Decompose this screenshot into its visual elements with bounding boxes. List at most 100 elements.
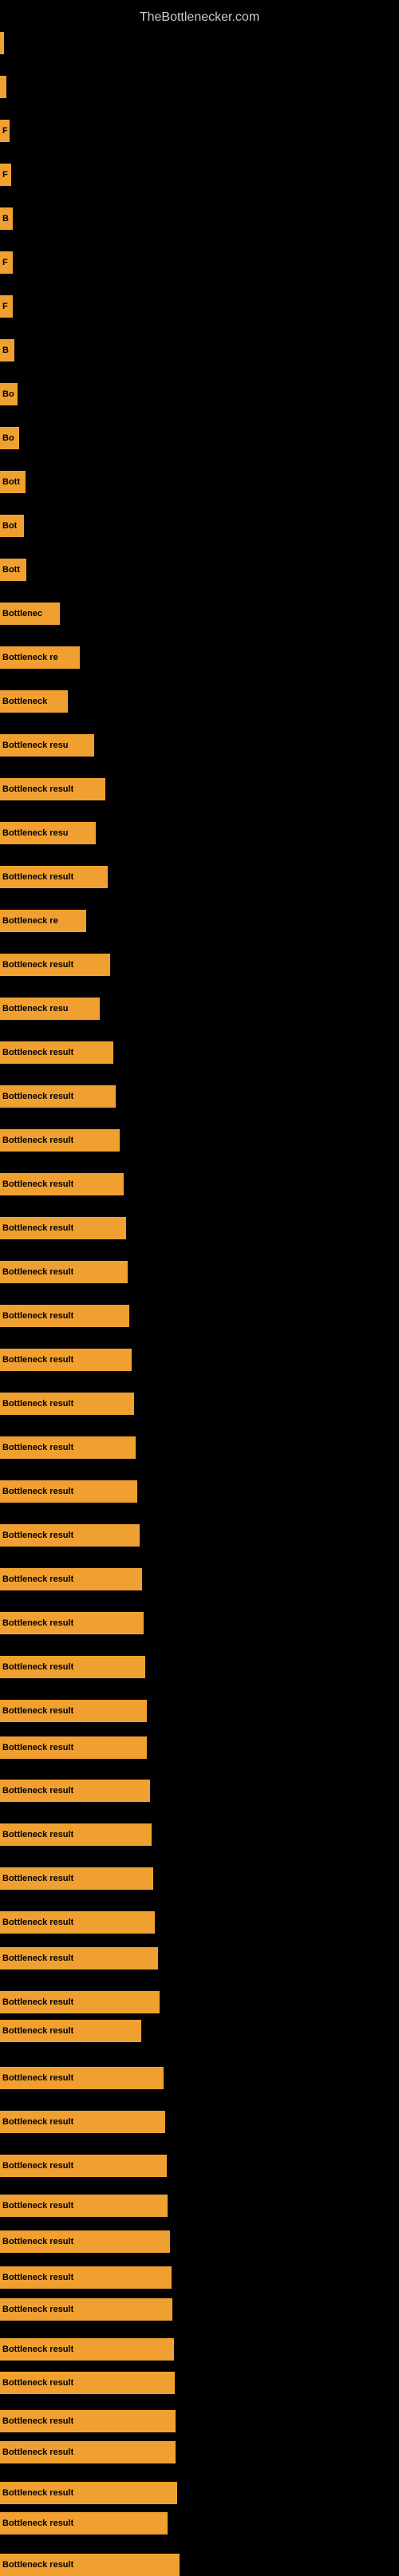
bar-13: Bottlenec [0, 603, 60, 625]
bar-label-21: Bottleneck result [2, 960, 73, 970]
bar-item-46: Bottleneck result [0, 2020, 141, 2042]
bar-item-30: Bottleneck result [0, 1349, 132, 1371]
bar-item-21: Bottleneck result [0, 954, 110, 976]
bar-7: B [0, 339, 14, 362]
bar-label-16: Bottleneck resu [2, 741, 69, 750]
bar-28: Bottleneck result [0, 1261, 128, 1283]
bar-item-59: Bottleneck result [0, 2512, 168, 2535]
bar-item-13: Bottlenec [0, 603, 60, 625]
bar-item-54: Bottleneck result [0, 2338, 174, 2361]
bar-50: Bottleneck result [0, 2195, 168, 2217]
bar-9: Bo [0, 427, 19, 449]
bar-label-28: Bottleneck result [2, 1267, 73, 1277]
bar-label-13: Bottlenec [2, 609, 42, 618]
bar-label-38: Bottleneck result [2, 1706, 73, 1716]
bar-item-52: Bottleneck result [0, 2266, 172, 2289]
bar-item-60: Bottleneck result [0, 2554, 180, 2576]
bar-4: B [0, 207, 13, 230]
bar-label-52: Bottleneck result [2, 2273, 73, 2282]
bar-label-17: Bottleneck result [2, 784, 73, 794]
bar-item-14: Bottleneck re [0, 646, 80, 669]
bar-item-20: Bottleneck re [0, 910, 86, 932]
bar-43: Bottleneck result [0, 1911, 155, 1934]
bar-label-49: Bottleneck result [2, 2161, 73, 2171]
bar-6: F [0, 295, 13, 318]
bar-item-6: F [0, 295, 13, 318]
bar-item-50: Bottleneck result [0, 2195, 168, 2217]
bar-item-25: Bottleneck result [0, 1129, 120, 1152]
bar-item-33: Bottleneck result [0, 1480, 137, 1503]
bar-1 [0, 76, 6, 98]
bar-59: Bottleneck result [0, 2512, 168, 2535]
bar-item-56: Bottleneck result [0, 2410, 176, 2432]
bar-label-34: Bottleneck result [2, 1531, 73, 1540]
bar-item-40: Bottleneck result [0, 1780, 150, 1802]
bar-item-3: F [0, 164, 11, 186]
bar-60: Bottleneck result [0, 2554, 180, 2576]
bar-label-10: Bott [2, 477, 20, 487]
bar-label-8: Bo [2, 389, 14, 399]
bar-label-32: Bottleneck result [2, 1443, 73, 1452]
bar-item-18: Bottleneck resu [0, 822, 96, 844]
bar-46: Bottleneck result [0, 2020, 141, 2042]
bar-label-23: Bottleneck result [2, 1048, 73, 1057]
bar-33: Bottleneck result [0, 1480, 137, 1503]
bar-item-22: Bottleneck resu [0, 998, 100, 1020]
bar-55: Bottleneck result [0, 2372, 175, 2394]
bar-51: Bottleneck result [0, 2230, 170, 2253]
bar-item-28: Bottleneck result [0, 1261, 128, 1283]
bar-item-27: Bottleneck result [0, 1217, 126, 1239]
bar-label-6: F [2, 302, 8, 311]
bar-label-55: Bottleneck result [2, 2378, 73, 2388]
bar-16: Bottleneck resu [0, 734, 94, 757]
bar-3: F [0, 164, 11, 186]
bar-item-39: Bottleneck result [0, 1736, 147, 1759]
bar-57: Bottleneck result [0, 2441, 176, 2463]
bar-15: Bottleneck [0, 690, 68, 713]
bar-label-37: Bottleneck result [2, 1662, 73, 1672]
bar-8: Bo [0, 383, 18, 405]
bar-label-27: Bottleneck result [2, 1223, 73, 1233]
bar-label-19: Bottleneck result [2, 872, 73, 882]
bar-label-2: F [2, 126, 7, 136]
bar-58: Bottleneck result [0, 2482, 177, 2504]
bar-item-47: Bottleneck result [0, 2067, 164, 2089]
bar-44: Bottleneck result [0, 1947, 158, 1970]
bar-item-11: Bot [0, 515, 24, 537]
bar-label-51: Bottleneck result [2, 2237, 73, 2246]
bar-label-26: Bottleneck result [2, 1179, 73, 1189]
bar-23: Bottleneck result [0, 1041, 113, 1064]
bar-item-7: B [0, 339, 14, 362]
bar-item-29: Bottleneck result [0, 1305, 129, 1327]
bar-10: Bott [0, 471, 26, 493]
bar-item-45: Bottleneck result [0, 1991, 160, 2013]
bar-label-57: Bottleneck result [2, 2448, 73, 2457]
bar-item-58: Bottleneck result [0, 2482, 177, 2504]
site-title: TheBottlenecker.com [0, 4, 399, 31]
bar-5: F [0, 251, 13, 274]
bar-12: Bott [0, 559, 26, 581]
bar-label-9: Bo [2, 433, 14, 443]
bar-label-54: Bottleneck result [2, 2345, 73, 2354]
bar-38: Bottleneck result [0, 1700, 147, 1722]
bar-item-9: Bo [0, 427, 19, 449]
bar-30: Bottleneck result [0, 1349, 132, 1371]
bar-21: Bottleneck result [0, 954, 110, 976]
bar-item-38: Bottleneck result [0, 1700, 147, 1722]
bar-label-40: Bottleneck result [2, 1786, 73, 1796]
bar-label-59: Bottleneck result [2, 2519, 73, 2528]
bar-item-37: Bottleneck result [0, 1656, 145, 1678]
bar-34: Bottleneck result [0, 1524, 140, 1547]
bar-item-8: Bo [0, 383, 18, 405]
bar-label-35: Bottleneck result [2, 1574, 73, 1584]
bar-item-43: Bottleneck result [0, 1911, 155, 1934]
bar-label-15: Bottleneck [2, 697, 47, 706]
bar-item-17: Bottleneck result [0, 778, 105, 800]
bar-label-31: Bottleneck result [2, 1399, 73, 1409]
bar-item-0 [0, 32, 4, 54]
bar-52: Bottleneck result [0, 2266, 172, 2289]
bar-17: Bottleneck result [0, 778, 105, 800]
bar-39: Bottleneck result [0, 1736, 147, 1759]
bar-item-51: Bottleneck result [0, 2230, 170, 2253]
bar-item-44: Bottleneck result [0, 1947, 158, 1970]
